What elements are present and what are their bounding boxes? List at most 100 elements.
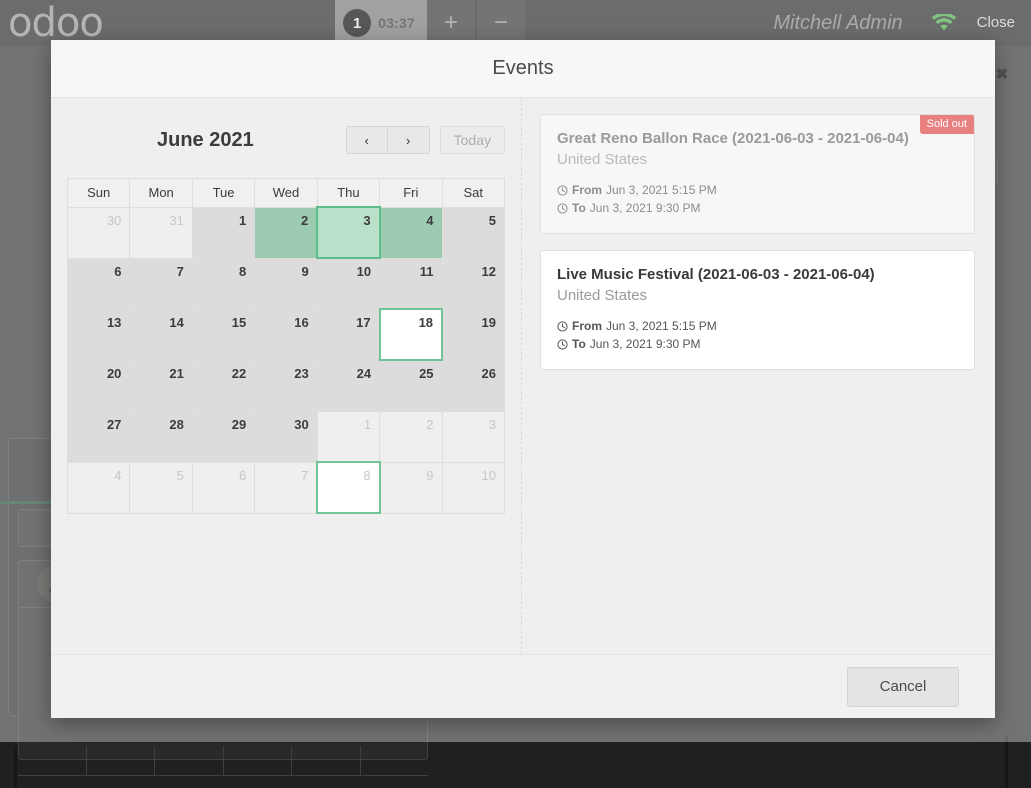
calendar-month-title: June 2021	[67, 129, 346, 152]
calendar-day-cell[interactable]: 10	[442, 462, 504, 513]
clock-icon	[557, 203, 568, 214]
calendar-pane: June 2021 ‹ › Today SunMonTueWedThuFriSa…	[51, 98, 522, 654]
cancel-button[interactable]: Cancel	[847, 667, 959, 707]
calendar-day-cell[interactable]: 3	[317, 207, 379, 258]
calendar-weekday-fri: Fri	[380, 179, 442, 208]
calendar-day-cell[interactable]: 20	[68, 360, 130, 411]
calendar-day-cell[interactable]: 4	[380, 207, 442, 258]
calendar-day-cell[interactable]: 6	[192, 462, 254, 513]
calendar-weekday-wed: Wed	[255, 179, 317, 208]
event-location: United States	[557, 149, 958, 171]
pos-left-edge-rule	[14, 746, 17, 788]
to-label: To	[572, 199, 586, 217]
calendar-day-cell[interactable]: 11	[380, 258, 442, 309]
calendar-day-cell[interactable]: 29	[192, 411, 254, 462]
calendar-day-cell[interactable]: 4	[68, 462, 130, 513]
calendar-day-cell[interactable]: 30	[68, 207, 130, 258]
numpad-cell[interactable]	[155, 746, 224, 776]
event-start-value: Jun 3, 2021 5:15 PM	[606, 181, 717, 199]
dialog-footer: Cancel	[51, 654, 995, 718]
event-card[interactable]: Live Music Festival (2021-06-03 - 2021-0…	[540, 250, 975, 370]
events-list[interactable]: Sold outGreat Reno Ballon Race (2021-06-…	[522, 98, 995, 654]
calendar-day-cell[interactable]: 16	[255, 309, 317, 360]
calendar-day-cell[interactable]: 19	[442, 309, 504, 360]
calendar-day-cell[interactable]: 25	[380, 360, 442, 411]
calendar-day-cell[interactable]: 21	[130, 360, 192, 411]
event-location: United States	[557, 285, 958, 307]
calendar-grid: SunMonTueWedThuFriSat 303112345678910111…	[67, 178, 505, 514]
calendar-day-cell[interactable]: 28	[130, 411, 192, 462]
calendar-day-cell[interactable]: 2	[380, 411, 442, 462]
calendar-day-cell[interactable]: 31	[130, 207, 192, 258]
calendar-weekday-tue: Tue	[192, 179, 254, 208]
page-title: Events	[492, 57, 553, 80]
calendar-day-cell[interactable]: 1	[192, 207, 254, 258]
event-end-line: ToJun 3, 2021 9:30 PM	[557, 199, 958, 217]
status-badge: Sold out	[920, 115, 974, 134]
calendar-day-cell[interactable]: 18	[380, 309, 442, 360]
calendar-weekday-mon: Mon	[130, 179, 192, 208]
today-button[interactable]: Today	[440, 126, 505, 154]
calendar-day-cell[interactable]: 24	[317, 360, 379, 411]
calendar-day-cell[interactable]: 26	[442, 360, 504, 411]
calendar-day-cell[interactable]: 13	[68, 309, 130, 360]
calendar-day-cell[interactable]: 2	[255, 207, 317, 258]
event-name: Live Music Festival (2021-06-03 - 2021-0…	[557, 265, 958, 285]
event-start-line: FromJun 3, 2021 5:15 PM	[557, 181, 958, 199]
calendar-day-cell[interactable]: 6	[68, 258, 130, 309]
calendar-week-row: 13141516171819	[68, 309, 505, 360]
event-card[interactable]: Sold outGreat Reno Ballon Race (2021-06-…	[540, 114, 975, 234]
calendar-weekday-thu: Thu	[317, 179, 379, 208]
prev-month-button[interactable]: ‹	[346, 126, 388, 154]
calendar-day-cell[interactable]: 7	[130, 258, 192, 309]
numpad-cell[interactable]	[18, 746, 87, 776]
calendar-day-cell[interactable]: 14	[130, 309, 192, 360]
numpad-cell[interactable]	[361, 746, 429, 776]
clock-icon	[557, 185, 568, 196]
calendar-day-cell[interactable]: 9	[255, 258, 317, 309]
numpad-cell[interactable]	[292, 746, 361, 776]
calendar-day-cell[interactable]: 7	[255, 462, 317, 513]
calendar-weekday-sun: Sun	[68, 179, 130, 208]
pos-right-edge-rule	[1005, 736, 1008, 788]
to-label: To	[572, 335, 586, 353]
dialog-body: June 2021 ‹ › Today SunMonTueWedThuFriSa…	[51, 98, 995, 654]
calendar-day-cell[interactable]: 27	[68, 411, 130, 462]
calendar-day-cell[interactable]: 15	[192, 309, 254, 360]
calendar-day-cell[interactable]: 3	[442, 411, 504, 462]
calendar-day-cell[interactable]: 5	[442, 207, 504, 258]
calendar-day-cell[interactable]: 30	[255, 411, 317, 462]
calendar-day-cell[interactable]: 17	[317, 309, 379, 360]
calendar-day-cell[interactable]: 23	[255, 360, 317, 411]
calendar-weekday-sat: Sat	[442, 179, 504, 208]
event-name: Great Reno Ballon Race (2021-06-03 - 202…	[557, 129, 958, 149]
calendar-day-cell[interactable]: 10	[317, 258, 379, 309]
clock-icon	[557, 339, 568, 350]
calendar-week-row: 6789101112	[68, 258, 505, 309]
numpad-cell[interactable]	[87, 746, 156, 776]
calendar-weeks: 3031123456789101112131415161718192021222…	[68, 207, 505, 513]
event-start-value: Jun 3, 2021 5:15 PM	[606, 317, 717, 335]
calendar-week-row: 45678910	[68, 462, 505, 513]
numpad-cell[interactable]	[224, 746, 293, 776]
calendar-nav-group: ‹ ›	[346, 126, 430, 154]
dialog-header: Events	[51, 40, 995, 98]
calendar-day-cell[interactable]: 5	[130, 462, 192, 513]
from-label: From	[572, 181, 602, 199]
calendar-week-row: 303112345	[68, 207, 505, 258]
pos-numpad[interactable]	[18, 746, 428, 776]
event-end-value: Jun 3, 2021 9:30 PM	[590, 199, 701, 217]
clock-icon	[557, 321, 568, 332]
calendar-day-cell[interactable]: 9	[380, 462, 442, 513]
next-month-button[interactable]: ›	[388, 126, 430, 154]
calendar-day-cell[interactable]: 8	[317, 462, 379, 513]
events-dialog: Events June 2021 ‹ › Today SunMonTueWedT…	[51, 40, 995, 718]
calendar-day-cell[interactable]: 22	[192, 360, 254, 411]
calendar-toolbar: June 2021 ‹ › Today	[67, 120, 505, 160]
event-start-line: FromJun 3, 2021 5:15 PM	[557, 317, 958, 335]
calendar-day-cell[interactable]: 1	[317, 411, 379, 462]
calendar-day-cell[interactable]: 8	[192, 258, 254, 309]
calendar-weekday-row: SunMonTueWedThuFriSat	[68, 179, 505, 208]
calendar-day-cell[interactable]: 12	[442, 258, 504, 309]
calendar-week-row: 27282930123	[68, 411, 505, 462]
